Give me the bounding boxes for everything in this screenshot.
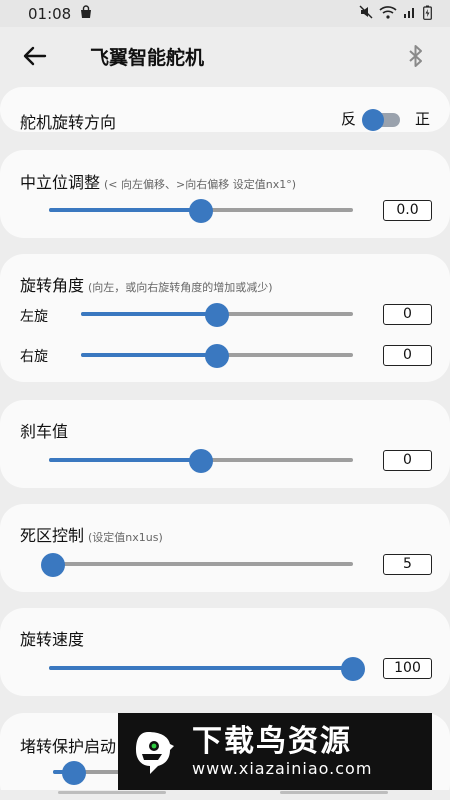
mute-icon xyxy=(359,5,373,22)
right-rotate-slider[interactable] xyxy=(81,344,353,368)
watermark-banner: 下载鸟资源 www.xiazainiao.com xyxy=(118,713,432,790)
brake-card: 刹车值 0 xyxy=(0,400,450,488)
app-bar: 飞翼智能舵机 xyxy=(0,27,450,85)
deadzone-card: 死区控制 (设定值nx1us) 5 xyxy=(0,504,450,592)
neutral-label: 中立位调整 (< 向左偏移、>向右偏移 设定值nx1°) xyxy=(20,169,296,193)
watermark-title: 下载鸟资源 xyxy=(192,723,352,759)
left-rotate-slider[interactable] xyxy=(81,303,353,327)
slider-thumb[interactable] xyxy=(205,303,229,327)
neutral-hint: (< 向左偏移、>向右偏移 设定值nx1°) xyxy=(104,178,297,191)
direction-reverse-label: 反 xyxy=(340,110,356,128)
status-bar: 01:08 xyxy=(0,0,450,27)
left-rotate-value-input[interactable]: 0 xyxy=(383,304,432,325)
watermark-text: 下载鸟资源 www.xiazainiao.com xyxy=(192,723,373,779)
speed-value-input[interactable]: 100 xyxy=(383,658,432,679)
slider-thumb[interactable] xyxy=(189,199,213,223)
slider-fill xyxy=(81,353,217,357)
slider-thumb[interactable] xyxy=(205,344,229,368)
angle-label: 旋转角度 (向左，或向右旋转角度的增加或减少) xyxy=(20,272,273,296)
slider-track xyxy=(53,562,353,566)
brake-label: 刹车值 xyxy=(20,422,69,441)
slider-thumb[interactable] xyxy=(189,449,213,473)
neutral-value-input[interactable]: 0.0 xyxy=(383,200,432,221)
angle-hint: (向左，或向右旋转角度的增加或减少) xyxy=(88,281,273,294)
slider-fill xyxy=(49,208,201,212)
right-rotate-value-input[interactable]: 0 xyxy=(383,345,432,366)
angle-title: 旋转角度 xyxy=(20,276,85,295)
watermark-url: www.xiazainiao.com xyxy=(192,758,373,778)
direction-label: 舵机旋转方向 xyxy=(20,113,117,132)
neutral-card: 中立位调整 (< 向左偏移、>向右偏移 设定值nx1°) 0.0 xyxy=(0,150,450,238)
slider-thumb[interactable] xyxy=(341,657,365,681)
speed-slider[interactable] xyxy=(49,657,365,681)
slider-fill xyxy=(49,458,201,462)
angle-card: 旋转角度 (向左，或向右旋转角度的增加或减少) 左旋 0 右旋 0 xyxy=(0,254,450,382)
wifi-icon xyxy=(379,5,397,22)
deadzone-label: 死区控制 (设定值nx1us) xyxy=(20,522,163,546)
page-title: 飞翼智能舵机 xyxy=(90,47,205,69)
deadzone-title: 死区控制 xyxy=(20,526,85,545)
gesture-bar xyxy=(0,790,450,800)
speed-label: 旋转速度 xyxy=(20,630,85,649)
slider-thumb[interactable] xyxy=(62,761,86,785)
direction-toggle-group: 反 正 xyxy=(340,108,430,131)
switch-thumb xyxy=(361,108,384,131)
deadzone-value-input[interactable]: 5 xyxy=(383,554,432,575)
nav-pill-right xyxy=(280,791,388,794)
right-rotate-label: 右旋 xyxy=(20,349,48,365)
bluetooth-icon[interactable] xyxy=(404,41,428,71)
direction-forward-label: 正 xyxy=(414,110,430,128)
battery-icon xyxy=(423,5,432,23)
brake-slider[interactable] xyxy=(49,449,353,473)
left-rotate-label: 左旋 xyxy=(20,309,48,325)
status-time: 01:08 xyxy=(28,4,72,23)
slider-fill xyxy=(49,666,353,670)
brake-value-input[interactable]: 0 xyxy=(383,450,432,471)
stall-label: 堵转保护启动 xyxy=(20,737,117,756)
nav-pill-left xyxy=(58,791,166,794)
neutral-slider[interactable] xyxy=(49,199,353,223)
signal-icon xyxy=(403,6,417,21)
direction-switch[interactable] xyxy=(361,108,402,131)
deadzone-slider[interactable] xyxy=(41,553,353,577)
deadzone-hint: (设定值nx1us) xyxy=(88,531,163,544)
slider-fill xyxy=(81,312,217,316)
back-arrow-icon[interactable] xyxy=(20,42,50,70)
shopping-bag-icon xyxy=(79,5,93,22)
speed-card: 旋转速度 100 xyxy=(0,608,450,696)
slider-thumb[interactable] xyxy=(41,553,65,577)
bird-logo-icon xyxy=(134,726,180,778)
neutral-title: 中立位调整 xyxy=(20,173,101,192)
